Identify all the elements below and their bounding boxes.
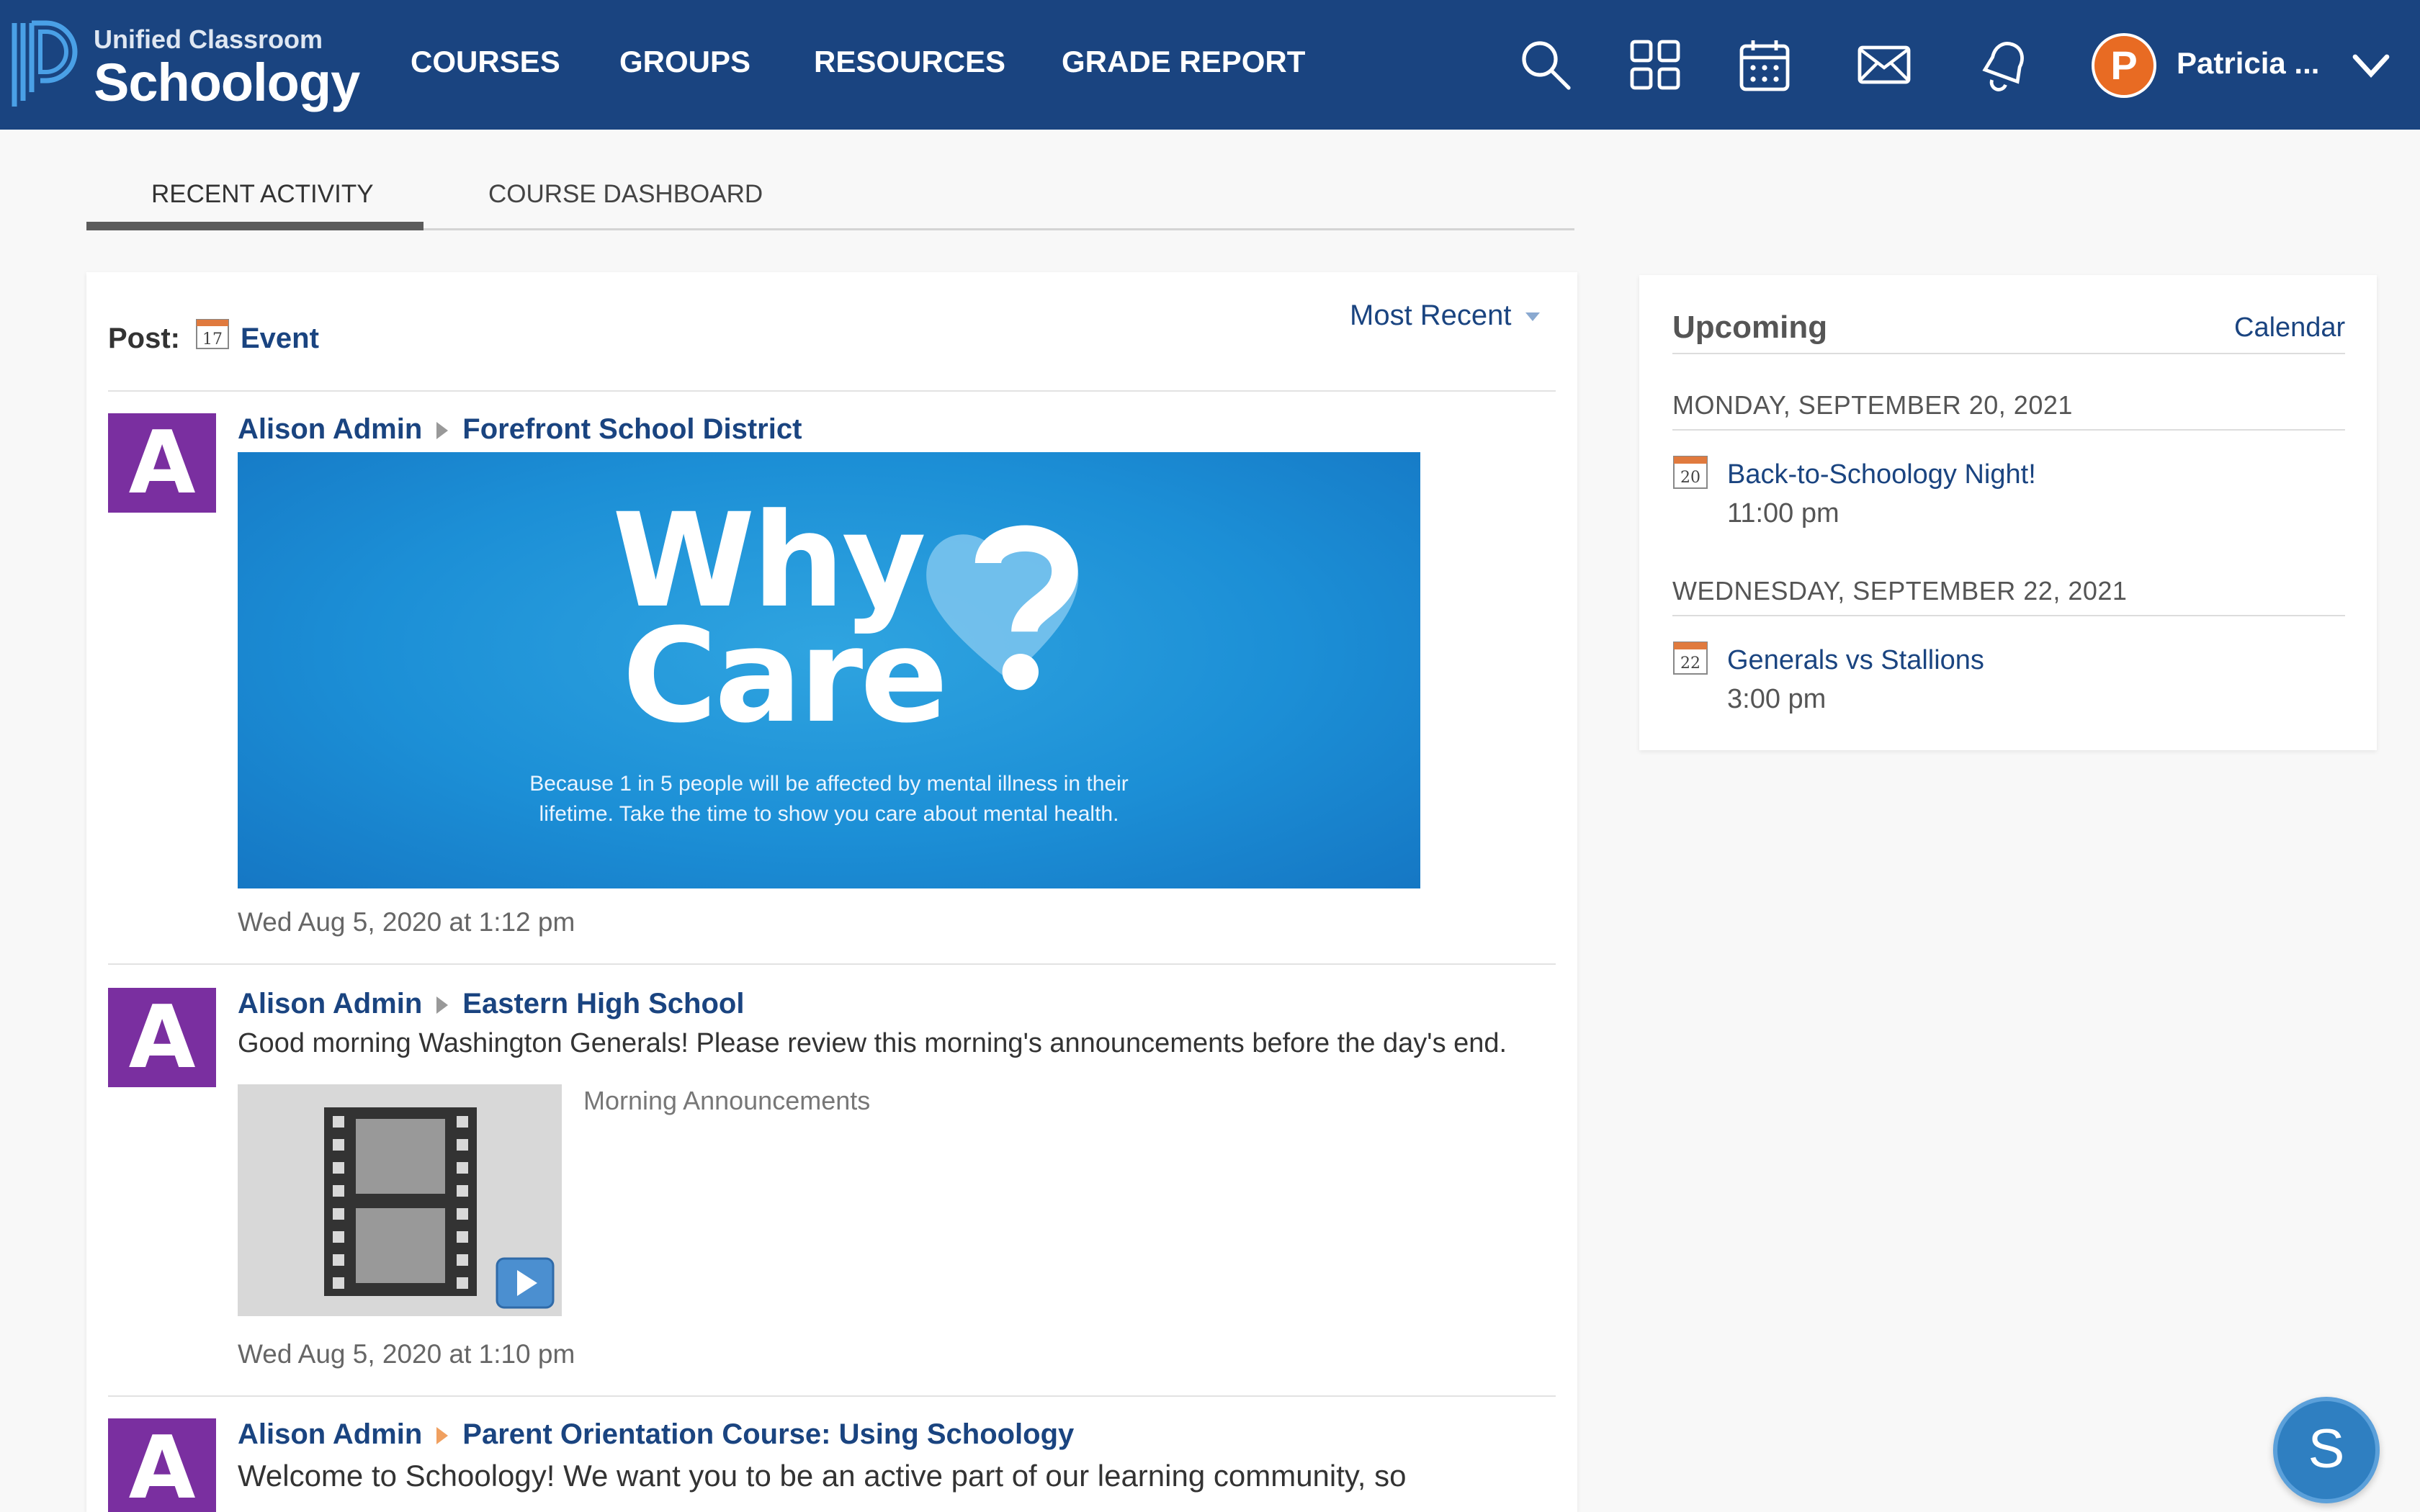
post-timestamp: Wed Aug 5, 2020 at 1:12 pm [238, 907, 575, 937]
post-target-link[interactable]: Forefront School District [462, 413, 802, 445]
upcoming-event-time: 11:00 pm [1727, 498, 1839, 528]
sort-dropdown[interactable]: Most Recent [1350, 300, 1512, 332]
post-target-link[interactable]: Eastern High School [462, 988, 744, 1020]
banner-headline-care: Care [622, 601, 948, 752]
film-strip-icon [324, 1107, 477, 1296]
apps-grid-icon[interactable] [1626, 36, 1684, 94]
attachment-title[interactable]: Morning Announcements [583, 1086, 870, 1116]
post-author-link[interactable]: Alison Admin [238, 413, 422, 445]
post-author-avatar[interactable]: A [108, 413, 216, 513]
caret-down-icon[interactable] [1524, 311, 1541, 323]
calendar-icon[interactable] [1736, 36, 1793, 94]
upcoming-date-heading: WEDNESDAY, SEPTEMBER 22, 2021 [1672, 576, 2128, 606]
post-label: Post: [108, 323, 180, 354]
mail-icon[interactable] [1855, 36, 1913, 94]
upcoming-divider [1672, 353, 2345, 354]
event-icon-day: 22 [1680, 654, 1700, 672]
post-header: Alison Admin Parent Orientation Course: U… [238, 1418, 1074, 1451]
upcoming-event-link[interactable]: Back-to-Schoology Night! [1727, 459, 2036, 490]
help-chat-button[interactable]: S [2273, 1397, 2380, 1503]
upcoming-event-link[interactable]: Generals vs Stallions [1727, 645, 1984, 676]
nav-grade-report[interactable]: GRADE REPORT [1062, 45, 1305, 79]
post-body: Welcome to Schoology! We want you to be … [238, 1459, 1407, 1493]
feed-divider [108, 390, 1556, 392]
upcoming-divider [1672, 429, 2345, 431]
banner-caption: Because 1 in 5 people will be affected b… [529, 772, 1129, 826]
active-tab-indicator [86, 222, 424, 230]
post-timestamp: Wed Aug 5, 2020 at 1:10 pm [238, 1339, 575, 1369]
event-calendar-icon[interactable]: 17 [194, 315, 230, 351]
post-header: Alison Admin Forefront School District [238, 413, 802, 446]
post-event-link[interactable]: Event [241, 323, 319, 355]
event-calendar-icon: 20 [1673, 456, 1708, 489]
event-calendar-icon: 22 [1673, 642, 1708, 675]
activity-feed: Post: 17 Event Most Recent A Alison Admi… [86, 272, 1577, 1512]
post-target-link[interactable]: Parent Orientation Course: Using Schoolo… [462, 1418, 1074, 1450]
dashboard-tabs: RECENT ACTIVITY COURSE DASHBOARD [86, 173, 1574, 230]
post-author-avatar[interactable]: A [108, 988, 216, 1088]
feed-divider [108, 963, 1556, 965]
event-icon-day: 20 [1680, 469, 1700, 487]
post-author-link[interactable]: Alison Admin [238, 1418, 422, 1450]
post-body: Good morning Washington Generals! Please… [238, 1028, 1507, 1058]
notifications-bell-icon[interactable] [1976, 36, 2034, 94]
nav-groups[interactable]: GROUPS [619, 45, 750, 79]
arrow-right-icon [436, 1427, 449, 1445]
arrow-right-icon [436, 422, 449, 440]
brand-subtitle: Unified Classroom [94, 24, 323, 54]
event-icon-day: 17 [202, 330, 223, 348]
schoology-logo-icon[interactable] [9, 20, 78, 109]
top-navigation-bar: Unified Classroom Schoology COURSES GROU… [0, 0, 2420, 130]
brand-name[interactable]: Schoology [94, 52, 360, 113]
video-thumbnail[interactable] [238, 1084, 562, 1316]
nav-resources[interactable]: RESOURCES [814, 45, 1005, 79]
post-author-avatar[interactable]: A [108, 1418, 216, 1512]
post-author-link[interactable]: Alison Admin [238, 988, 422, 1020]
calendar-link[interactable]: Calendar [2234, 312, 2345, 343]
upcoming-event-time: 3:00 pm [1727, 684, 1827, 714]
post-header: Alison Admin Eastern High School [238, 988, 744, 1020]
nav-courses[interactable]: COURSES [411, 45, 560, 79]
user-name[interactable]: Patricia ... [2177, 46, 2319, 81]
tab-recent-activity[interactable]: RECENT ACTIVITY [151, 180, 374, 209]
search-icon[interactable] [1517, 36, 1574, 94]
upcoming-panel: Upcoming Calendar MONDAY, SEPTEMBER 20, … [1639, 275, 2377, 750]
feed-divider [108, 1395, 1556, 1397]
upcoming-divider [1672, 615, 2345, 616]
arrow-right-icon [436, 996, 449, 1014]
post-image[interactable]: Why Care Because 1 in 5 people will be a… [238, 452, 1420, 888]
play-button-icon[interactable] [496, 1257, 555, 1309]
upcoming-date-heading: MONDAY, SEPTEMBER 20, 2021 [1672, 390, 2073, 420]
upcoming-title: Upcoming [1672, 310, 1828, 345]
user-avatar[interactable]: P [2092, 33, 2156, 98]
chevron-down-icon[interactable] [2349, 48, 2393, 84]
tab-course-dashboard[interactable]: COURSE DASHBOARD [488, 180, 763, 209]
